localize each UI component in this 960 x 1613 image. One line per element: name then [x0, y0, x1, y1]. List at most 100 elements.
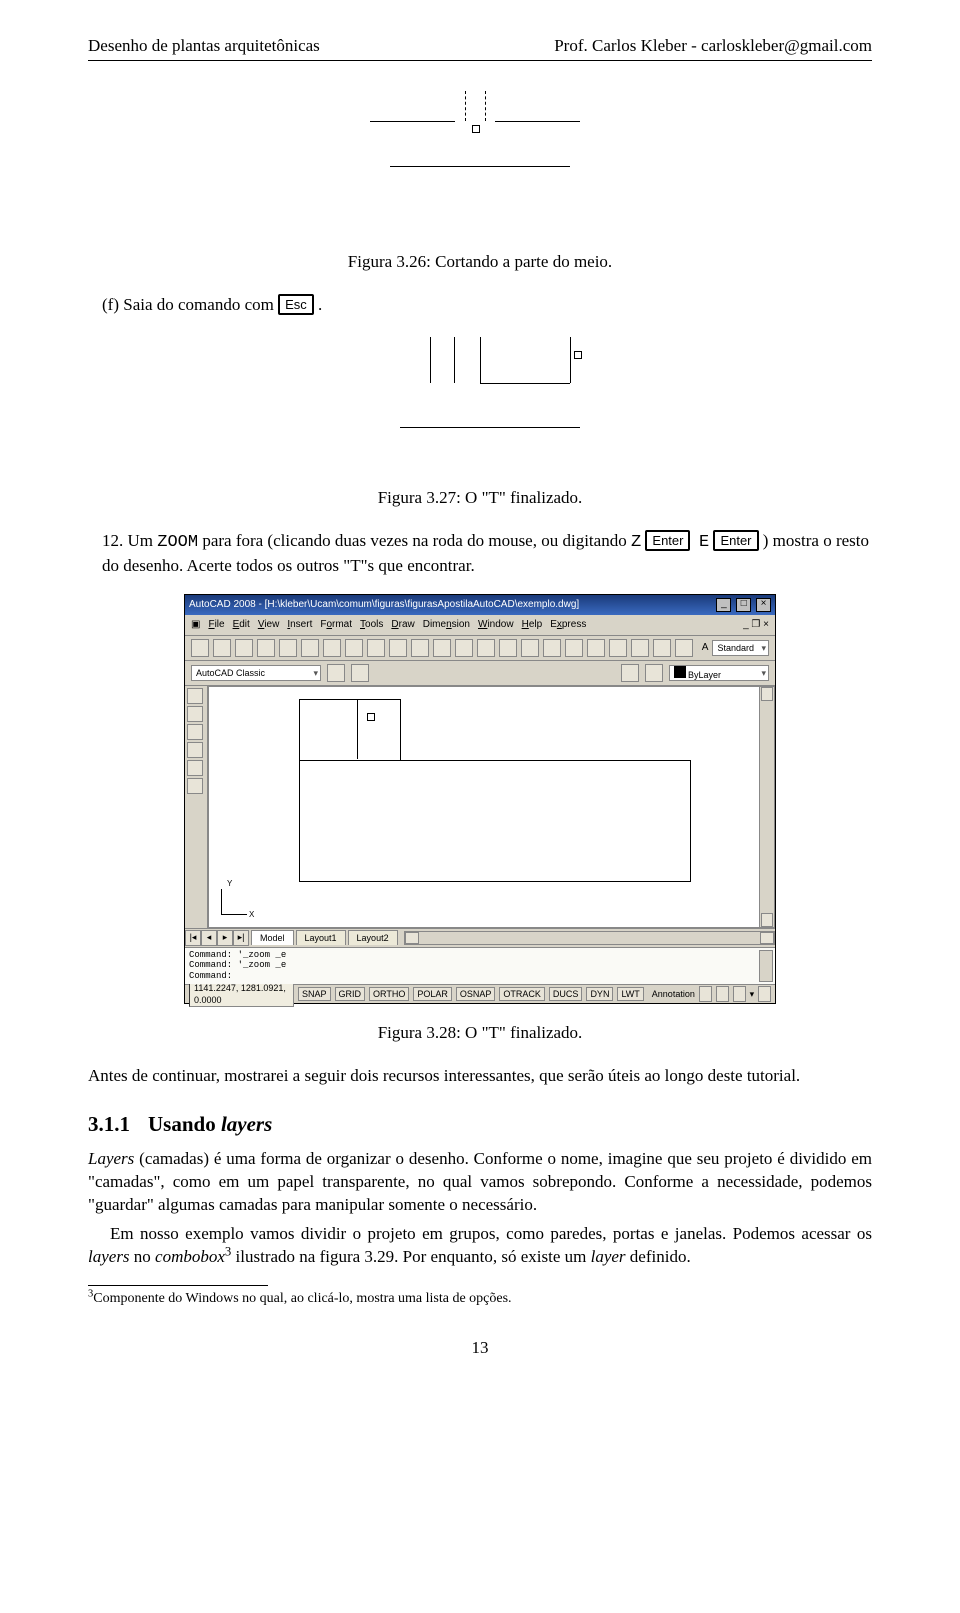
paste-icon[interactable] — [367, 639, 385, 657]
publish-icon[interactable] — [301, 639, 319, 657]
header-rule — [88, 60, 872, 61]
text-style-icon: A — [702, 641, 709, 655]
snap-toggle[interactable]: SNAP — [298, 987, 331, 1001]
plot-icon[interactable] — [257, 639, 275, 657]
pan-icon[interactable] — [455, 639, 473, 657]
help-icon[interactable] — [675, 639, 693, 657]
section-3-1-1: 3.1.1Usando layers — [88, 1110, 872, 1138]
sheetset-icon[interactable] — [609, 639, 627, 657]
enter-key: Enter — [714, 531, 757, 550]
workspace-combo[interactable]: AutoCAD Classic — [191, 665, 321, 681]
ducs-toggle[interactable]: DUCS — [549, 987, 583, 1001]
markup-icon[interactable] — [631, 639, 649, 657]
tab-nav-last-icon[interactable]: ▸| — [233, 930, 249, 946]
new-icon[interactable] — [191, 639, 209, 657]
match-icon[interactable] — [389, 639, 407, 657]
para-layers-a: Layers (camadas) é uma forma de organiza… — [88, 1148, 872, 1217]
command-window[interactable]: Command: '_zoom _e Command: '_zoom _e Co… — [185, 947, 775, 984]
zoom-window-icon[interactable] — [499, 639, 517, 657]
tab-layout2[interactable]: Layout2 — [348, 930, 398, 945]
footnote-rule — [88, 1285, 268, 1286]
tab-nav-next-icon[interactable]: ▸ — [217, 930, 233, 946]
pline-icon[interactable] — [187, 706, 203, 722]
lwt-toggle[interactable]: LWT — [617, 987, 643, 1001]
annotation-label: Annotation — [652, 988, 695, 1000]
doc-close-icon[interactable]: × — [763, 619, 769, 630]
caption-3-28: Figura 3.28: O "T" finalizado. — [88, 1022, 872, 1045]
arc-icon[interactable] — [187, 760, 203, 776]
annotation-vis-icon[interactable] — [716, 986, 729, 1002]
preview-icon[interactable] — [279, 639, 297, 657]
doc-minimize-icon[interactable]: _ — [743, 619, 749, 630]
osnap-toggle[interactable]: OSNAP — [456, 987, 496, 1001]
annotation-auto-icon[interactable] — [733, 986, 746, 1002]
cursor-pickbox-icon — [472, 125, 480, 133]
tab-layout1[interactable]: Layout1 — [296, 930, 346, 945]
vertical-scrollbar[interactable] — [759, 687, 774, 927]
ortho-toggle[interactable]: ORTHO — [369, 987, 409, 1001]
tab-model[interactable]: Model — [251, 930, 294, 945]
maximize-icon[interactable]: □ — [736, 598, 751, 612]
line-icon[interactable] — [187, 688, 203, 704]
circle-icon[interactable] — [187, 778, 203, 794]
header-left: Desenho de plantas arquitetônicas — [88, 35, 320, 58]
app-icon: ▣ — [191, 618, 200, 632]
polygon-icon[interactable] — [187, 724, 203, 740]
cursor-pickbox-icon — [367, 713, 375, 721]
menu-format[interactable]: Format — [320, 618, 352, 632]
rectangle-icon[interactable] — [187, 742, 203, 758]
menu-express[interactable]: Express — [550, 618, 586, 632]
caption-3-27: Figura 3.27: O "T" finalizado. — [88, 487, 872, 510]
header-right: Prof. Carlos Kleber - carloskleber@gmail… — [554, 35, 872, 58]
layer-icon[interactable] — [351, 664, 369, 682]
annotation-scale-icon[interactable] — [699, 986, 712, 1002]
polar-toggle[interactable]: POLAR — [413, 987, 452, 1001]
workspace-settings-icon[interactable] — [327, 664, 345, 682]
para-layers-b: Em nosso exemplo vamos dividir o projeto… — [88, 1223, 872, 1269]
menu-tools[interactable]: Tools — [360, 618, 383, 632]
menu-help[interactable]: Help — [522, 618, 543, 632]
copy-icon[interactable] — [345, 639, 363, 657]
standard-toolbar: A Standard — [185, 636, 775, 661]
open-icon[interactable] — [213, 639, 231, 657]
redo-icon[interactable] — [433, 639, 451, 657]
save-icon[interactable] — [235, 639, 253, 657]
dyn-toggle[interactable]: DYN — [586, 987, 613, 1001]
step-12: Um ZOOM para fora (clicando duas vezes n… — [102, 530, 872, 578]
command-scrollbar[interactable] — [759, 950, 773, 982]
layer-previous-icon[interactable] — [645, 664, 663, 682]
otrack-toggle[interactable]: OTRACK — [499, 987, 545, 1001]
designcenter-icon[interactable] — [565, 639, 583, 657]
horizontal-scrollbar[interactable] — [404, 931, 775, 945]
clean-screen-icon[interactable] — [758, 986, 771, 1002]
calc-icon[interactable] — [653, 639, 671, 657]
tab-nav-prev-icon[interactable]: ◂ — [201, 930, 217, 946]
close-icon[interactable]: × — [756, 598, 771, 612]
caption-3-26: Figura 3.26: Cortando a parte do meio. — [88, 251, 872, 274]
doc-restore-icon[interactable]: ❐ — [751, 619, 760, 630]
grid-toggle[interactable]: GRID — [335, 987, 366, 1001]
cut-icon[interactable] — [323, 639, 341, 657]
toolpalette-icon[interactable] — [587, 639, 605, 657]
tab-nav-first-icon[interactable]: |◂ — [185, 930, 201, 946]
minimize-icon[interactable]: _ — [716, 598, 731, 612]
dim-style-combo[interactable]: Standard — [712, 640, 769, 656]
enter-key: Enter — [646, 531, 689, 550]
menu-window[interactable]: Window — [478, 618, 514, 632]
undo-icon[interactable] — [411, 639, 429, 657]
autocad-window: AutoCAD 2008 - [H:\kleber\Ucam\comum\fig… — [184, 594, 776, 1004]
menu-file[interactable]: File — [208, 618, 224, 632]
zoom-realtime-icon[interactable] — [477, 639, 495, 657]
menu-edit[interactable]: Edit — [233, 618, 250, 632]
properties-icon[interactable] — [543, 639, 561, 657]
zoom-previous-icon[interactable] — [521, 639, 539, 657]
layer-states-icon[interactable] — [621, 664, 639, 682]
esc-key: Esc — [279, 295, 313, 314]
drawing-canvas[interactable]: Y X — [208, 686, 775, 928]
menu-view[interactable]: View — [258, 618, 280, 632]
menu-insert[interactable]: Insert — [287, 618, 312, 632]
color-combo[interactable]: ByLayer — [669, 665, 769, 681]
menu-draw[interactable]: Draw — [391, 618, 414, 632]
menu-dimension[interactable]: Dimension — [423, 618, 470, 632]
ucs-icon: Y X — [217, 879, 257, 919]
